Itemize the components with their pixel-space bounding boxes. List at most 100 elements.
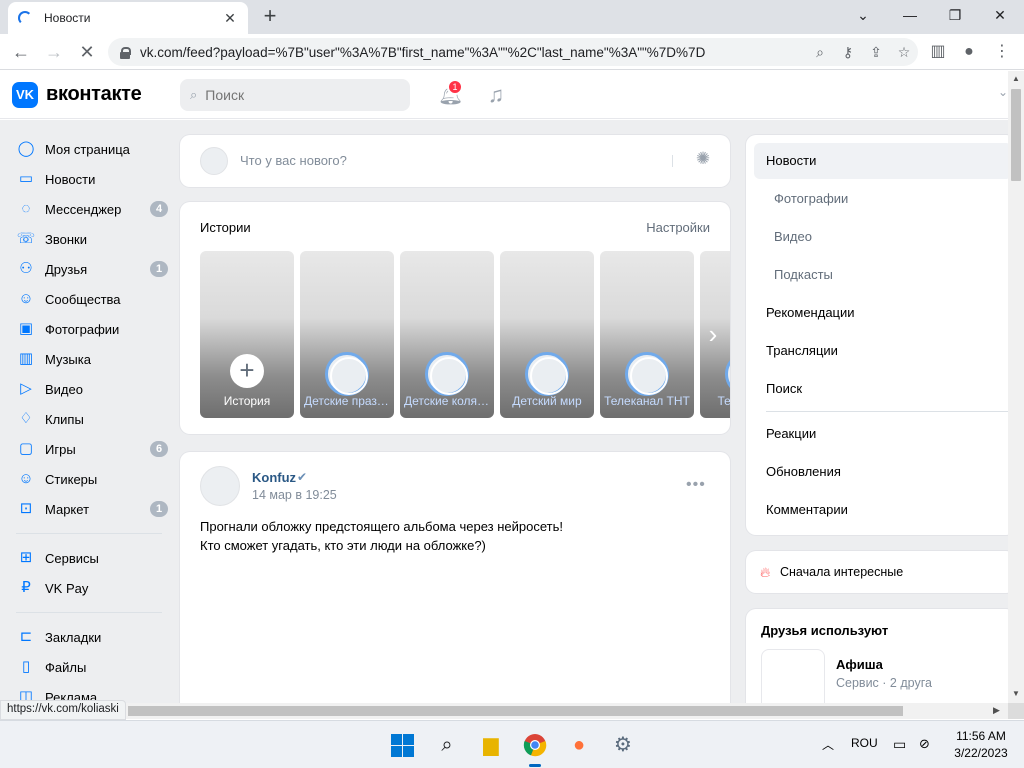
sidebar-item-label: Музыка (45, 351, 91, 367)
more-options-icon[interactable]: ••• (686, 476, 706, 494)
app-name[interactable]: Афиша (836, 657, 883, 672)
windows-start-icon[interactable] (391, 734, 414, 757)
file-explorer-icon[interactable]: ▆ (477, 731, 505, 759)
browser-tab[interactable]: Новости ✕ (8, 2, 248, 34)
sidebar-item[interactable]: ◌ Мессенджер 4 (0, 194, 172, 224)
taskbar-clock[interactable]: 11:56 AM 3/22/2023 (950, 728, 1012, 762)
sidebar-item[interactable]: ◯ Моя страница (0, 134, 172, 164)
story-card[interactable]: Детские коляски (400, 251, 494, 418)
post-author[interactable]: Konfuz (252, 470, 296, 485)
feed-filter-item[interactable]: Фотографии (754, 181, 1008, 217)
sidebar-item[interactable]: ⊞ Сервисы (0, 543, 172, 573)
post-date[interactable]: 14 мар в 19:25 (252, 488, 337, 502)
maximize-button[interactable]: ❐ (941, 4, 969, 26)
sidebar-item[interactable]: ▷ Видео (0, 374, 172, 404)
feed-filter-item[interactable]: Поиск (754, 371, 1008, 407)
tab-close-icon[interactable]: ✕ (222, 10, 238, 27)
new-tab-button[interactable]: + (260, 4, 280, 28)
scrollbar-corner (1008, 703, 1024, 719)
forward-arrow-icon[interactable]: → (42, 40, 66, 64)
story-label: Телеканал ТНТ (604, 394, 690, 408)
post-text-line: Кто сможет угадать, кто эти люди на обло… (200, 538, 486, 553)
lock-icon[interactable] (120, 46, 131, 59)
story-label: Телеканал (717, 394, 730, 408)
avatar[interactable] (200, 147, 228, 175)
sidebar-item[interactable]: ▥ Музыка (0, 344, 172, 374)
vk-brand-name[interactable]: вконтакте (46, 83, 142, 106)
search-icon[interactable]: ⌕ (433, 731, 461, 759)
volume-muted-icon[interactable]: ⊘ (919, 736, 930, 752)
lightbulb-icon[interactable]: ✺ (692, 149, 714, 171)
sidebar-item[interactable]: ♢ Клипы (0, 404, 172, 434)
sidebar-item[interactable]: ▢ Игры 6 (0, 434, 172, 464)
vk-page: ◯ Моя страница ▭ Новости ◌ Мессенджер 4 ☏ Звонки… (0, 120, 1008, 703)
story-card[interactable]: Детский мир (500, 251, 594, 418)
post-composer[interactable]: Что у вас нового? ✺ (180, 135, 730, 187)
search-input[interactable] (205, 87, 386, 103)
vk-search-box[interactable]: ⌕ (180, 79, 410, 111)
settings-gear-icon[interactable]: ⚙ (609, 731, 637, 759)
sidebar-item[interactable]: ⊡ Маркет 1 (0, 494, 172, 524)
scrollbar-thumb[interactable] (128, 706, 903, 716)
story-label: Детский мир (512, 394, 582, 408)
profile-icon[interactable]: ● (957, 40, 981, 64)
url-text[interactable]: vk.com/feed?payload=%7B"user"%3A%7B"firs… (140, 45, 806, 60)
tab-search-icon[interactable]: ⌄ (849, 4, 877, 26)
sort-interesting-toggle[interactable]: 🔥︎ Сначала интересные (746, 551, 1008, 593)
app-thumbnail[interactable] (761, 649, 825, 703)
composer-placeholder[interactable]: Что у вас нового? (240, 153, 347, 168)
vk-logo-icon[interactable]: VK (12, 82, 38, 108)
side-panel-icon[interactable]: ▥ (926, 40, 950, 64)
chevron-down-icon[interactable]: ⌄ (998, 85, 1008, 99)
scroll-right-arrow-icon[interactable]: ▶ (993, 705, 1000, 716)
bookmark-star-icon[interactable]: ☆ (890, 44, 918, 61)
sidebar-item[interactable]: ₽ VK Pay (0, 573, 172, 603)
feed-filter-item[interactable]: Новости (754, 143, 1008, 179)
feed-filter-item[interactable]: Реакции (754, 416, 1008, 452)
horizontal-scrollbar[interactable]: ▶ (0, 703, 1008, 719)
address-bar[interactable]: vk.com/feed?payload=%7B"user"%3A%7B"firs… (108, 38, 918, 66)
chevron-right-icon[interactable]: › (701, 318, 725, 350)
music-note-icon[interactable]: ♫ (484, 83, 508, 107)
chrome-icon[interactable] (521, 731, 549, 759)
sidebar-item[interactable]: ⚇ Друзья 1 (0, 254, 172, 284)
sidebar-item[interactable]: ☏ Звонки (0, 224, 172, 254)
story-avatar (625, 352, 669, 396)
feed-filter-item[interactable]: Рекомендации (754, 295, 1008, 331)
feed-filter-item[interactable]: Обновления (754, 454, 1008, 490)
menu-kebab-icon[interactable]: ⋮ (990, 40, 1014, 64)
network-icon[interactable]: ▭ (893, 736, 906, 753)
firefox-icon[interactable]: ● (565, 731, 593, 759)
scrollbar-thumb[interactable] (1011, 89, 1021, 181)
story-avatar (425, 352, 469, 396)
minimize-button[interactable]: — (896, 4, 924, 26)
files-icon: ▯ (21, 658, 31, 675)
stories-settings-link[interactable]: Настройки (646, 220, 710, 235)
close-window-button[interactable]: ✕ (986, 4, 1014, 26)
search-icon[interactable]: ⌕ (806, 44, 834, 61)
share-icon[interactable]: ⇪ (862, 44, 890, 61)
sidebar-item[interactable]: ▭ Новости (0, 164, 172, 194)
story-card[interactable]: Детские праздники (300, 251, 394, 418)
back-arrow-icon[interactable]: ← (9, 40, 33, 64)
feed-filter-item[interactable]: Видео (754, 219, 1008, 255)
story-card[interactable]: Телеканал ТНТ (600, 251, 694, 418)
sidebar-item[interactable]: ▯ Файлы (0, 652, 172, 682)
stop-loading-icon[interactable]: ✕ (75, 40, 99, 64)
avatar[interactable] (200, 466, 240, 506)
sidebar-item[interactable]: ▣ Фотографии (0, 314, 172, 344)
video-icon: ▷ (20, 380, 32, 397)
key-icon[interactable]: ⚷ (834, 44, 862, 61)
feed-filter-item[interactable]: Трансляции (754, 333, 1008, 369)
sidebar-item[interactable]: ⊏ Закладки (0, 622, 172, 652)
vertical-scrollbar[interactable]: ▲ ▼ (1008, 71, 1024, 703)
language-indicator[interactable]: ROU (851, 736, 878, 750)
scroll-down-arrow-icon[interactable]: ▼ (1011, 689, 1021, 698)
scroll-up-arrow-icon[interactable]: ▲ (1011, 74, 1021, 83)
sidebar-item[interactable]: ☺ Стикеры (0, 464, 172, 494)
create-story-card[interactable]: + История (200, 251, 294, 418)
feed-filter-item[interactable]: Подкасты (754, 257, 1008, 293)
sidebar-item[interactable]: ☺ Сообщества (0, 284, 172, 314)
feed-filter-item[interactable]: Комментарии (754, 492, 1008, 528)
tray-chevron-up-icon[interactable]: ︿ (822, 736, 834, 753)
